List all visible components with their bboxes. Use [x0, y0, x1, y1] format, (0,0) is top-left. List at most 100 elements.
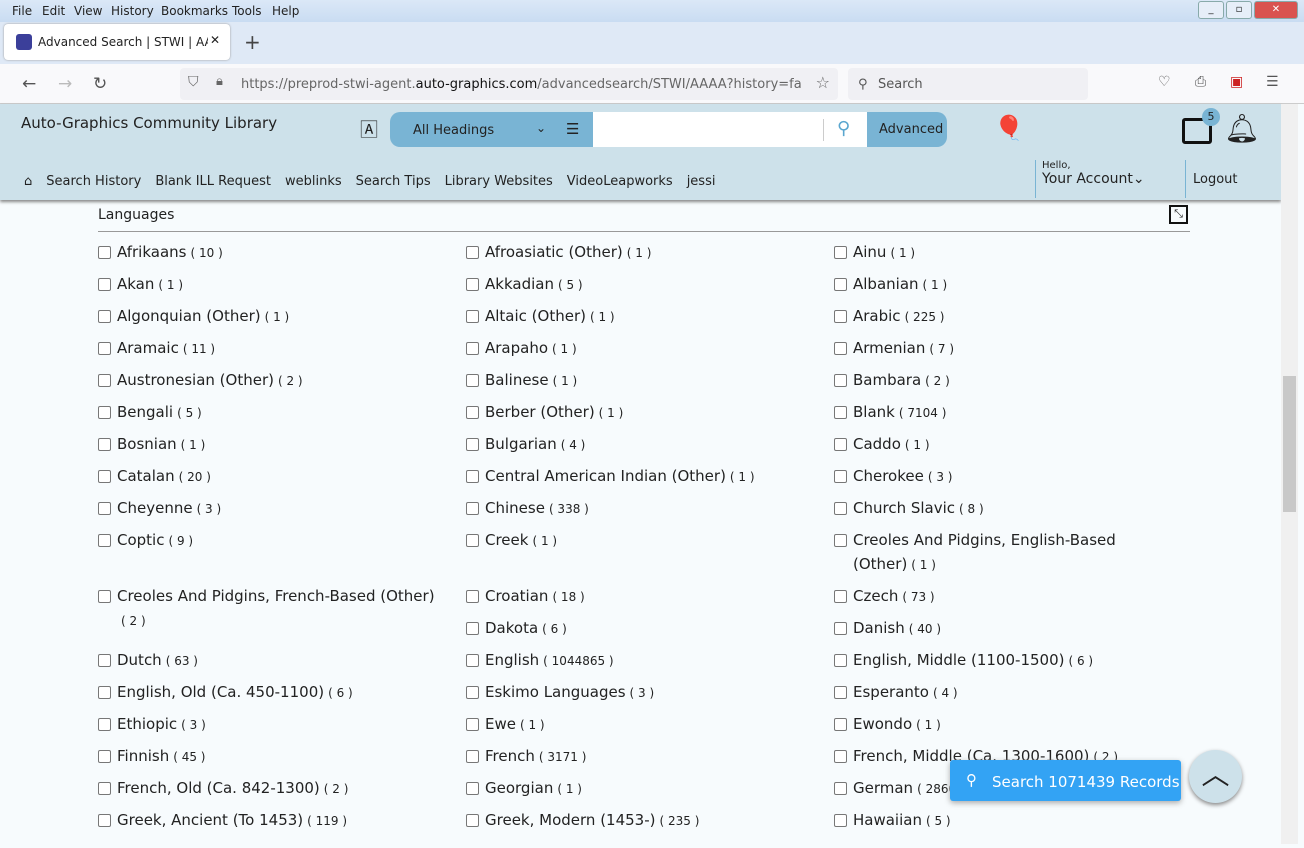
language-label[interactable]: Akan [117, 275, 154, 293]
language-checkbox[interactable] [98, 406, 111, 419]
language-label[interactable]: Arapaho [485, 339, 548, 357]
language-label[interactable]: Eskimo Languages [485, 683, 626, 701]
nav-weblinks[interactable]: weblinks [285, 174, 342, 189]
language-checkbox[interactable] [466, 782, 479, 795]
language-checkbox[interactable] [98, 342, 111, 355]
forward-icon[interactable]: → [58, 74, 72, 94]
language-label[interactable]: Balinese [485, 371, 549, 389]
language-label[interactable]: Dutch [117, 651, 162, 669]
language-checkbox[interactable] [834, 278, 847, 291]
language-label[interactable]: French [485, 747, 535, 765]
close-window-button[interactable]: ✕ [1254, 1, 1298, 19]
advanced-button[interactable]: Advanced [879, 122, 943, 137]
language-label[interactable]: Bambara [853, 371, 921, 389]
menu-view[interactable]: View [74, 4, 102, 18]
scroll-to-top-button[interactable]: ︿ [1189, 750, 1242, 803]
language-label[interactable]: Georgian [485, 779, 553, 797]
language-checkbox[interactable] [98, 782, 111, 795]
language-label[interactable]: Ewondo [853, 715, 912, 733]
language-checkbox[interactable] [834, 686, 847, 699]
language-checkbox[interactable] [98, 534, 111, 547]
heading-select[interactable]: All Headings [413, 123, 494, 138]
language-label[interactable]: Greek, Ancient (To 1453) [117, 811, 303, 829]
language-label[interactable]: Akkadian [485, 275, 554, 293]
language-label[interactable]: Croatian [485, 587, 548, 605]
language-label[interactable]: Cherokee [853, 467, 924, 485]
pocket-icon[interactable]: ♡ [1158, 74, 1171, 90]
scrollbar-thumb[interactable] [1283, 376, 1296, 512]
language-checkbox[interactable] [466, 686, 479, 699]
language-checkbox[interactable] [466, 470, 479, 483]
minimize-button[interactable]: _ [1198, 1, 1224, 19]
menu-tools[interactable]: Tools [232, 4, 262, 18]
language-label[interactable]: Albanian [853, 275, 919, 293]
language-checkbox[interactable] [834, 782, 847, 795]
search-icon[interactable]: ⚲ [837, 118, 850, 139]
language-label[interactable]: Caddo [853, 435, 901, 453]
bell-icon[interactable]: 🔔︎ [1224, 112, 1260, 145]
language-label[interactable]: German [853, 779, 913, 797]
language-checkbox[interactable] [98, 750, 111, 763]
language-label[interactable]: Bosnian [117, 435, 177, 453]
language-checkbox[interactable] [834, 246, 847, 259]
language-checkbox[interactable] [834, 534, 847, 547]
language-checkbox[interactable] [834, 622, 847, 635]
language-checkbox[interactable] [466, 246, 479, 259]
menu-help[interactable]: Help [272, 4, 299, 18]
language-label[interactable]: Central American Indian (Other) [485, 467, 726, 485]
reload-icon[interactable]: ↻ [93, 74, 107, 94]
language-checkbox[interactable] [466, 406, 479, 419]
database-icon[interactable]: ☰ [566, 120, 579, 138]
language-label[interactable]: Church Slavic [853, 499, 955, 517]
close-tab-icon[interactable]: ✕ [210, 33, 220, 47]
language-label[interactable]: Bengali [117, 403, 173, 421]
language-checkbox[interactable] [98, 718, 111, 731]
hamburger-menu-icon[interactable]: ☰ [1266, 74, 1279, 90]
language-checkbox[interactable] [466, 590, 479, 603]
language-checkbox[interactable] [466, 278, 479, 291]
language-label[interactable]: Creoles And Pidgins, English-Based (Othe… [853, 531, 1116, 573]
bookmark-star-icon[interactable]: ☆ [816, 73, 830, 92]
language-label[interactable]: Austronesian (Other) [117, 371, 274, 389]
language-checkbox[interactable] [466, 534, 479, 547]
language-checkbox[interactable] [834, 342, 847, 355]
collapse-icon[interactable]: ⤡ [1169, 205, 1188, 224]
menu-history[interactable]: History [111, 4, 154, 18]
language-label[interactable]: Algonquian (Other) [117, 307, 261, 325]
language-checkbox[interactable] [834, 814, 847, 827]
language-label[interactable]: English, Old (Ca. 450-1100) [117, 683, 324, 701]
language-checkbox[interactable] [98, 590, 111, 603]
new-tab-icon[interactable]: + [244, 30, 261, 54]
url-bar[interactable]: ⛉ 🔒︎ https://preprod-stwi-agent.auto-gra… [180, 68, 838, 100]
menu-edit[interactable]: Edit [42, 4, 65, 18]
language-label[interactable]: English, Middle (1100-1500) [853, 651, 1064, 669]
nav-videoleapworks[interactable]: VideoLeapworks [567, 174, 673, 189]
language-label[interactable]: Creek [485, 531, 528, 549]
language-label[interactable]: Dakota [485, 619, 538, 637]
language-label[interactable]: Ewe [485, 715, 516, 733]
home-icon[interactable]: ⌂ [24, 174, 32, 189]
language-label[interactable]: Aramaic [117, 339, 179, 357]
language-label[interactable]: English [485, 651, 539, 669]
language-checkbox[interactable] [98, 310, 111, 323]
language-label[interactable]: Finnish [117, 747, 169, 765]
language-checkbox[interactable] [834, 654, 847, 667]
language-label[interactable]: Arabic [853, 307, 901, 325]
account-menu[interactable]: Hello, Your Account⌄ [1035, 160, 1145, 198]
language-checkbox[interactable] [834, 718, 847, 731]
language-label[interactable]: Ainu [853, 243, 886, 261]
menu-bookmarks[interactable]: Bookmarks [161, 4, 228, 18]
nav-jessi[interactable]: jessi [687, 174, 716, 189]
language-checkbox[interactable] [466, 438, 479, 451]
language-label[interactable]: Afroasiatic (Other) [485, 243, 623, 261]
language-label[interactable]: Chinese [485, 499, 545, 517]
menu-file[interactable]: File [12, 4, 32, 18]
language-checkbox[interactable] [834, 374, 847, 387]
back-icon[interactable]: ← [22, 74, 36, 94]
language-label[interactable]: Cheyenne [117, 499, 193, 517]
language-checkbox[interactable] [834, 590, 847, 603]
language-label[interactable]: Altaic (Other) [485, 307, 586, 325]
language-label[interactable]: Greek, Modern (1453-) [485, 811, 655, 829]
language-label[interactable]: Berber (Other) [485, 403, 595, 421]
language-icon[interactable]: 🄰 [360, 116, 378, 142]
